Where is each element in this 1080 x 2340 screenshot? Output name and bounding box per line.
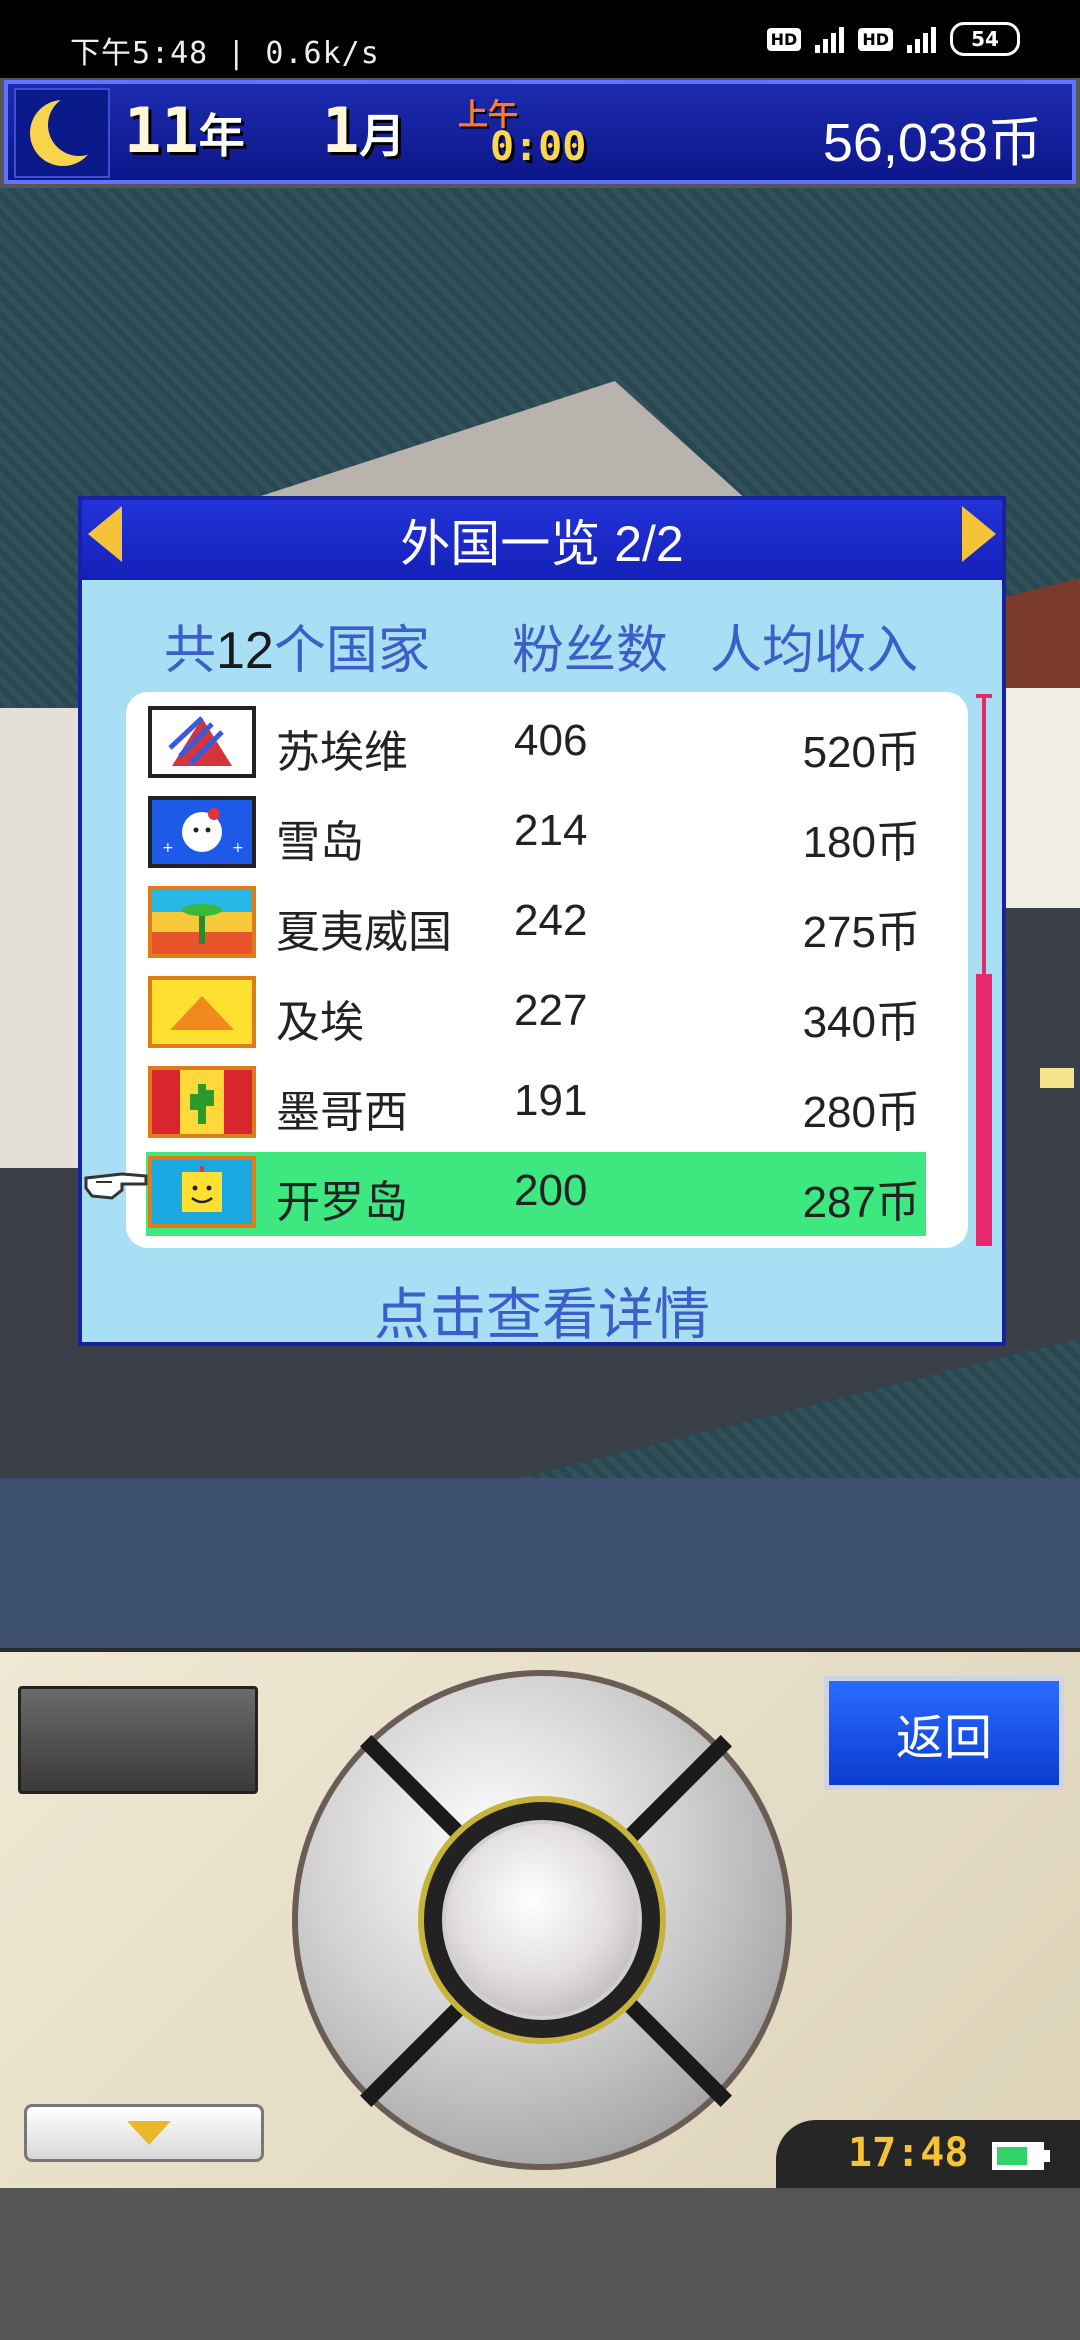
flag-icon [148, 1066, 256, 1138]
income-column-header: 人均收入 [710, 622, 919, 680]
battery-tip [1044, 2150, 1050, 2162]
dialog-title-bar: 外国一览 2/2 [82, 500, 1002, 580]
next-page-arrow-icon[interactable] [962, 506, 996, 562]
hd-badge-2: HD [858, 27, 893, 51]
country-row[interactable]: 夏夷威国 242 275币 [146, 882, 926, 966]
country-income: 520币 [802, 728, 920, 777]
country-count: 共12个国家 [164, 608, 430, 683]
country-income: 280币 [802, 1088, 920, 1137]
game-clock: 0:00 [490, 124, 587, 170]
virtual-controller: 返回 17:48 [0, 1648, 1080, 2192]
flag-icon: + + [148, 796, 256, 868]
flag-icon [148, 976, 256, 1048]
battery-icon [992, 2142, 1044, 2170]
game-top-bar: 11年 1月 上午 0:00 56,038币 [4, 80, 1076, 184]
sea [0, 1478, 1080, 1650]
flag-icon [148, 706, 256, 778]
list-header: 共12个国家 粉丝数 人均收入 [82, 608, 1002, 680]
country-fans: 214 [514, 806, 588, 855]
year-number: 11 [124, 94, 199, 167]
svg-text:+: + [162, 840, 174, 856]
count-suffix: 个国家 [273, 622, 430, 680]
country-income: 275币 [802, 908, 920, 957]
country-row[interactable]: + + 雪岛 214 180币 [146, 792, 926, 876]
country-name: 墨哥西 [276, 1088, 408, 1137]
foreign-countries-dialog: 外国一览 2/2 共12个国家 粉丝数 人均收入 苏埃维 406 520币 + … [78, 496, 1006, 1346]
country-fans: 406 [514, 716, 588, 765]
country-fans: 191 [514, 1076, 588, 1125]
dialog-title: 外国一览 2/2 [400, 516, 684, 572]
svg-text:+: + [232, 840, 244, 856]
country-name: 苏埃维 [276, 728, 408, 777]
country-fans: 200 [514, 1166, 588, 1215]
status-icons: HD HD 54 [766, 22, 1020, 56]
window-light [1040, 1068, 1074, 1088]
battery-icon: 54 [950, 22, 1020, 56]
country-row[interactable]: 及埃 227 340币 [146, 972, 926, 1056]
bottom-bar [0, 2188, 1080, 2340]
view-details-link[interactable]: 点击查看详情 [82, 1270, 1002, 1351]
flag-icon [148, 886, 256, 958]
device-clock-panel: 17:48 [776, 2120, 1080, 2192]
country-income: 340币 [802, 998, 920, 1047]
pointing-hand-icon [82, 1160, 150, 1204]
dpad-center-button[interactable] [442, 1820, 642, 2020]
country-row-selected[interactable]: 开罗岛 200 287币 [146, 1152, 926, 1236]
month-number: 1 [322, 94, 360, 167]
country-row[interactable]: 苏埃维 406 520币 [146, 702, 926, 786]
country-income: 287币 [802, 1178, 920, 1227]
back-button[interactable]: 返回 [824, 1676, 1064, 1790]
list-scrollbar[interactable] [976, 694, 992, 1246]
count-number: 12 [216, 622, 274, 680]
scrollbar-thumb[interactable] [976, 974, 992, 1246]
country-name: 开罗岛 [276, 1178, 408, 1227]
country-name: 及埃 [276, 998, 364, 1047]
money-counter: 56,038币 [822, 113, 1042, 173]
signal-icon [815, 25, 845, 53]
country-fans: 227 [514, 986, 588, 1035]
menu-down-button[interactable] [24, 2104, 264, 2162]
month-unit: 月 [359, 109, 406, 163]
country-name: 雪岛 [276, 818, 364, 867]
chevron-down-icon [127, 2121, 171, 2145]
country-row[interactable]: 墨哥西 191 280币 [146, 1062, 926, 1146]
fans-column-header: 粉丝数 [512, 622, 669, 680]
country-name: 夏夷威国 [276, 908, 452, 957]
hd-badge: HD [766, 27, 802, 51]
dpad[interactable] [292, 1670, 792, 2170]
moon-icon [14, 88, 110, 178]
device-clock: 17:48 [848, 2130, 969, 2176]
cabin-rooms-right [1000, 688, 1080, 908]
scrollbar-track [982, 694, 986, 974]
flag-icon [148, 1156, 256, 1228]
country-fans: 242 [514, 896, 588, 945]
country-income: 180币 [802, 818, 920, 867]
year-unit: 年 [198, 109, 245, 163]
date-year: 11年 [124, 94, 245, 167]
country-list: 苏埃维 406 520币 + + 雪岛 214 180币 夏夷威国 242 27… [126, 692, 968, 1248]
status-time: 下午5:48 | 0.6k/s [70, 36, 380, 71]
count-prefix: 共 [164, 622, 217, 680]
status-bar: 下午5:48 | 0.6k/s HD HD 54 [0, 0, 1080, 78]
left-shoulder-button[interactable] [18, 1686, 258, 1794]
signal-icon-2 [907, 25, 936, 53]
prev-page-arrow-icon[interactable] [88, 506, 122, 562]
date-month: 1月 [322, 94, 405, 167]
